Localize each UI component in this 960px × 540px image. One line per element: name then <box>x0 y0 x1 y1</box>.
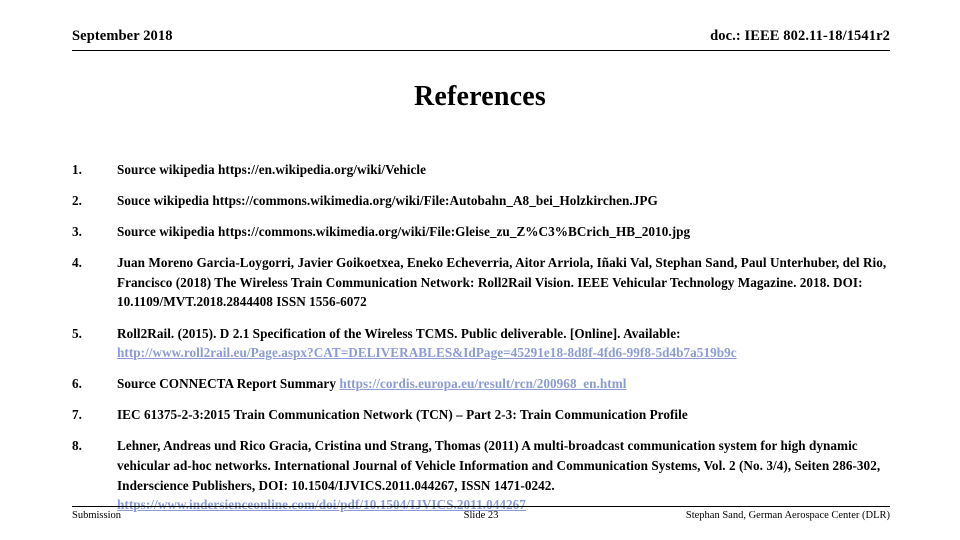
list-item: 2. Souce wikipedia https://commons.wikim… <box>72 191 892 211</box>
list-item: 3. Source wikipedia https://commons.wiki… <box>72 222 892 242</box>
list-item-text: Source CONNECTA Report Summary https://c… <box>117 374 892 394</box>
list-item-text: Souce wikipedia https://commons.wikimedi… <box>117 193 658 209</box>
list-item: 7. IEC 61375-2-3:2015 Train Communicatio… <box>72 405 892 425</box>
header-document-id: doc.: IEEE 802.11-18/1541r2 <box>710 28 890 44</box>
list-item: 6. Source CONNECTA Report Summary https:… <box>72 374 892 394</box>
list-item-text: Source wikipedia https://en.wikipedia.or… <box>117 162 426 177</box>
reference-link[interactable]: https://cordis.europa.eu/result/rcn/2009… <box>339 376 626 391</box>
list-item-label: Source CONNECTA Report Summary <box>117 376 340 392</box>
slide-footer: Submission Slide 23 Stephan Sand, German… <box>72 510 890 526</box>
list-item-text: Lehner, Andreas und Rico Gracia, Cristin… <box>117 438 881 493</box>
list-item: 1. Source wikipedia https://en.wikipedia… <box>72 160 892 180</box>
list-item-number: 5. <box>72 325 82 341</box>
list-item-number: 7. <box>72 407 82 423</box>
slide-header: September 2018 doc.: IEEE 802.11-18/1541… <box>72 28 890 52</box>
list-item-number: 3. <box>72 224 82 240</box>
list-item-number: 2. <box>72 193 82 209</box>
reference-link[interactable]: http://www.roll2rail.eu/Page.aspx?CAT=DE… <box>117 343 892 363</box>
slide-canvas: September 2018 doc.: IEEE 802.11-18/1541… <box>0 0 960 540</box>
references-list: 1. Source wikipedia https://en.wikipedia… <box>72 160 892 526</box>
list-item-number: 1. <box>72 162 82 177</box>
list-item-number: 6. <box>72 376 82 392</box>
list-item-text: Juan Moreno Garcia-Loygorri, Javier Goik… <box>117 255 887 310</box>
page-title: References <box>413 81 547 112</box>
list-item: 4. Juan Moreno Garcia-Loygorri, Javier G… <box>72 253 892 312</box>
list-item-text: IEC 61375-2-3:2015 Train Communication N… <box>117 407 688 423</box>
header-divider <box>72 50 890 51</box>
footer-divider <box>72 506 890 507</box>
list-item: 8. Lehner, Andreas und Rico Gracia, Cris… <box>72 436 892 514</box>
header-date: September 2018 <box>72 28 173 44</box>
list-item: 5. Roll2Rail. (2015). D 2.1 Specificatio… <box>72 324 892 363</box>
list-item-number: 8. <box>72 438 82 454</box>
footer-author: Stephan Sand, German Aerospace Center (D… <box>685 510 890 521</box>
list-item-text: Roll2Rail. (2015). D 2.1 Specification o… <box>117 325 681 341</box>
list-item-number: 4. <box>72 255 82 271</box>
list-item-text: Source wikipedia https://commons.wikimed… <box>117 224 691 240</box>
